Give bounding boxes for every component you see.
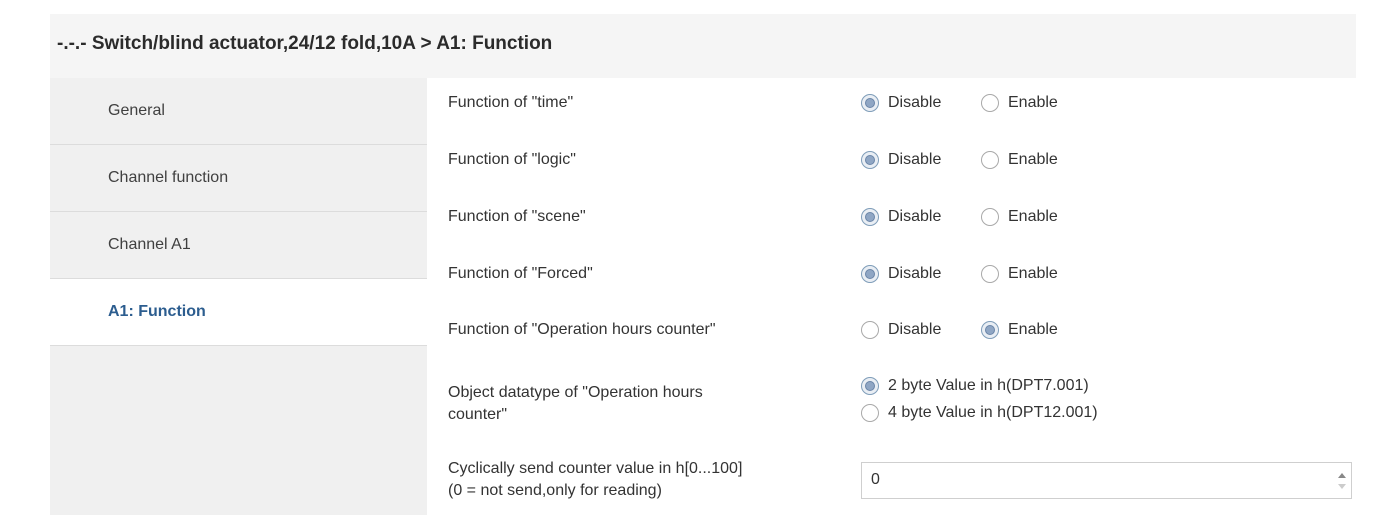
param-label-line: Cyclically send counter value in h[0...1… (448, 460, 743, 477)
radio-label: Enable (1008, 265, 1058, 282)
parameter-panel: Function of "time" Disable Enable Functi… (427, 78, 1353, 515)
param-label-line: (0 = not send,only for reading) (448, 482, 662, 499)
radio-checked-icon (861, 151, 879, 169)
radio-unchecked-icon (981, 151, 999, 169)
radio-unchecked-icon (861, 404, 879, 422)
radio-time-disable[interactable]: Disable (861, 92, 971, 114)
radio-unchecked-icon (981, 208, 999, 226)
spin-up-icon[interactable] (1338, 473, 1346, 478)
param-label-cyclic: Cyclically send counter value in h[0...1… (448, 458, 742, 502)
radio-label: Disable (888, 208, 942, 225)
radio-unchecked-icon (981, 94, 999, 112)
radio-unchecked-icon (981, 265, 999, 283)
radio-label: Disable (888, 265, 942, 282)
radio-forced-disable[interactable]: Disable (861, 263, 971, 285)
radio-label: Disable (888, 151, 942, 168)
radio-time-enable[interactable]: Enable (981, 92, 1091, 114)
param-label-datatype: Object datatype of "Operation hours coun… (448, 382, 703, 426)
sidebar-item-label: Channel A1 (108, 236, 191, 253)
radio-label: Enable (1008, 151, 1058, 168)
radio-unchecked-icon (861, 321, 879, 339)
spin-down-icon[interactable] (1338, 484, 1346, 489)
radio-datatype-4byte[interactable]: 4 byte Value in h(DPT12.001) (861, 402, 1201, 424)
radio-hours-counter-enable[interactable]: Enable (981, 319, 1091, 341)
radio-hours-counter-disable[interactable]: Disable (861, 319, 971, 341)
radio-logic-disable[interactable]: Disable (861, 149, 971, 171)
parameter-window: -.-.- Switch/blind actuator,24/12 fold,1… (50, 14, 1356, 515)
radio-checked-icon (861, 265, 879, 283)
param-label-hours-counter: Function of "Operation hours counter" (448, 321, 716, 338)
page-title: -.-.- Switch/blind actuator,24/12 fold,1… (57, 33, 553, 54)
param-label-forced: Function of "Forced" (448, 265, 593, 282)
radio-label: 2 byte Value in h(DPT7.001) (888, 377, 1089, 394)
radio-label: Disable (888, 321, 942, 338)
header-bar: -.-.- Switch/blind actuator,24/12 fold,1… (50, 14, 1356, 78)
sidebar-item-label: A1: Function (108, 303, 206, 320)
radio-label: Disable (888, 94, 942, 111)
radio-label: Enable (1008, 94, 1058, 111)
param-label-logic: Function of "logic" (448, 151, 576, 168)
sidebar-item-label: General (108, 102, 165, 119)
radio-forced-enable[interactable]: Enable (981, 263, 1091, 285)
radio-scene-enable[interactable]: Enable (981, 206, 1091, 228)
sidebar-item-channel-a1[interactable]: Channel A1 (50, 212, 427, 279)
radio-checked-icon (861, 377, 879, 395)
radio-scene-disable[interactable]: Disable (861, 206, 971, 228)
sidebar-item-channel-function[interactable]: Channel function (50, 145, 427, 212)
param-label-line: counter" (448, 406, 508, 423)
spin-buttons[interactable] (1337, 469, 1347, 493)
param-label-scene: Function of "scene" (448, 208, 586, 225)
radio-label: 4 byte Value in h(DPT12.001) (888, 404, 1098, 421)
sidebar: General Channel function Channel A1 A1: … (50, 78, 427, 515)
radio-label: Enable (1008, 321, 1058, 338)
radio-logic-enable[interactable]: Enable (981, 149, 1091, 171)
sidebar-item-label: Channel function (108, 169, 229, 186)
cyclic-value-input[interactable]: 0 (871, 471, 880, 489)
param-label-line: Object datatype of "Operation hours (448, 384, 703, 401)
sidebar-item-general[interactable]: General (50, 78, 427, 145)
radio-checked-icon (981, 321, 999, 339)
param-label-time: Function of "time" (448, 94, 574, 111)
radio-datatype-2byte[interactable]: 2 byte Value in h(DPT7.001) (861, 375, 1201, 397)
radio-label: Enable (1008, 208, 1058, 225)
cyclic-value-stepper[interactable]: 0 (861, 462, 1352, 499)
radio-checked-icon (861, 94, 879, 112)
sidebar-item-a1-function[interactable]: A1: Function (50, 279, 427, 346)
radio-checked-icon (861, 208, 879, 226)
